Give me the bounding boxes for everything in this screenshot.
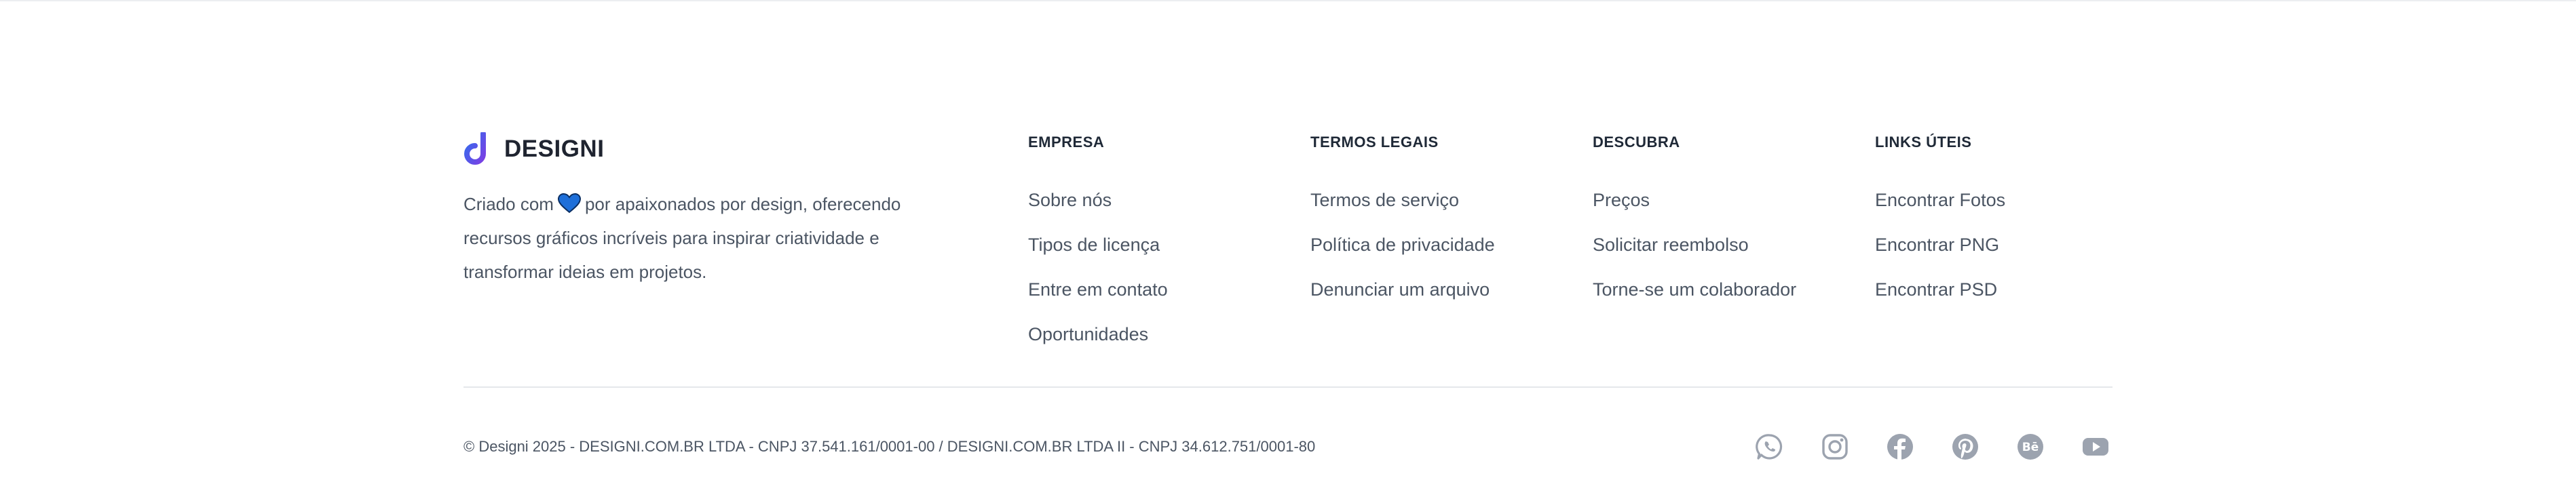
link-termos-de-servico[interactable]: Termos de serviço [1310,178,1495,222]
link-encontrar-psd[interactable]: Encontrar PSD [1875,267,2005,312]
footer-column-links-uteis: LINKS ÚTEIS Encontrar Fotos Encontrar PN… [1875,132,2005,312]
column-title: DESCUBRA [1593,134,1680,151]
link-oportunidades[interactable]: Oportunidades [1028,312,1168,357]
brand[interactable]: DESIGNI [463,132,604,166]
youtube-icon[interactable] [2081,433,2110,461]
whatsapp-icon[interactable] [1756,433,1784,461]
link-sobre-nos[interactable]: Sobre nós [1028,178,1168,222]
footer-column-empresa: EMPRESA Sobre nós Tipos de licença Entre… [1028,132,1168,357]
link-precos[interactable]: Preços [1593,178,1796,222]
behance-icon[interactable]: Bē [2016,433,2045,461]
column-title: EMPRESA [1028,134,1105,151]
brand-name: DESIGNI [504,136,605,162]
link-politica-de-privacidade[interactable]: Política de privacidade [1310,222,1495,267]
site-footer: DESIGNI Criado com por apaixonados por de… [463,0,2113,501]
link-solicitar-reembolso[interactable]: Solicitar reembolso [1593,222,1796,267]
column-title: TERMOS LEGAIS [1310,134,1439,151]
svg-text:Bē: Bē [2022,441,2039,454]
heart-icon [557,193,581,214]
column-title: LINKS ÚTEIS [1875,134,1972,151]
footer-column-termos-legais: TERMOS LEGAIS Termos de serviço Política… [1310,132,1495,312]
link-tipos-de-licenca[interactable]: Tipos de licença [1028,222,1168,267]
copyright-text: © Designi 2025 - DESIGNI.COM.BR LTDA - C… [463,438,1316,455]
social-links: Bē [1756,433,2110,461]
link-encontrar-png[interactable]: Encontrar PNG [1875,222,2005,267]
designi-logo-icon [464,132,486,165]
instagram-icon[interactable] [1821,433,1849,461]
footer-column-descubra: DESCUBRA Preços Solicitar reembolso Torn… [1593,132,1796,312]
pinterest-icon[interactable] [1951,433,1980,461]
link-torne-se-colaborador[interactable]: Torne-se um colaborador [1593,267,1796,312]
facebook-icon[interactable] [1886,433,1914,461]
link-encontrar-fotos[interactable]: Encontrar Fotos [1875,178,2005,222]
link-denunciar-arquivo[interactable]: Denunciar um arquivo [1310,267,1495,312]
footer-description: Criado com por apaixonados por design, of… [463,187,952,289]
footer-divider [463,386,2113,388]
link-entre-em-contato[interactable]: Entre em contato [1028,267,1168,312]
description-prefix: Criado com [463,194,554,214]
